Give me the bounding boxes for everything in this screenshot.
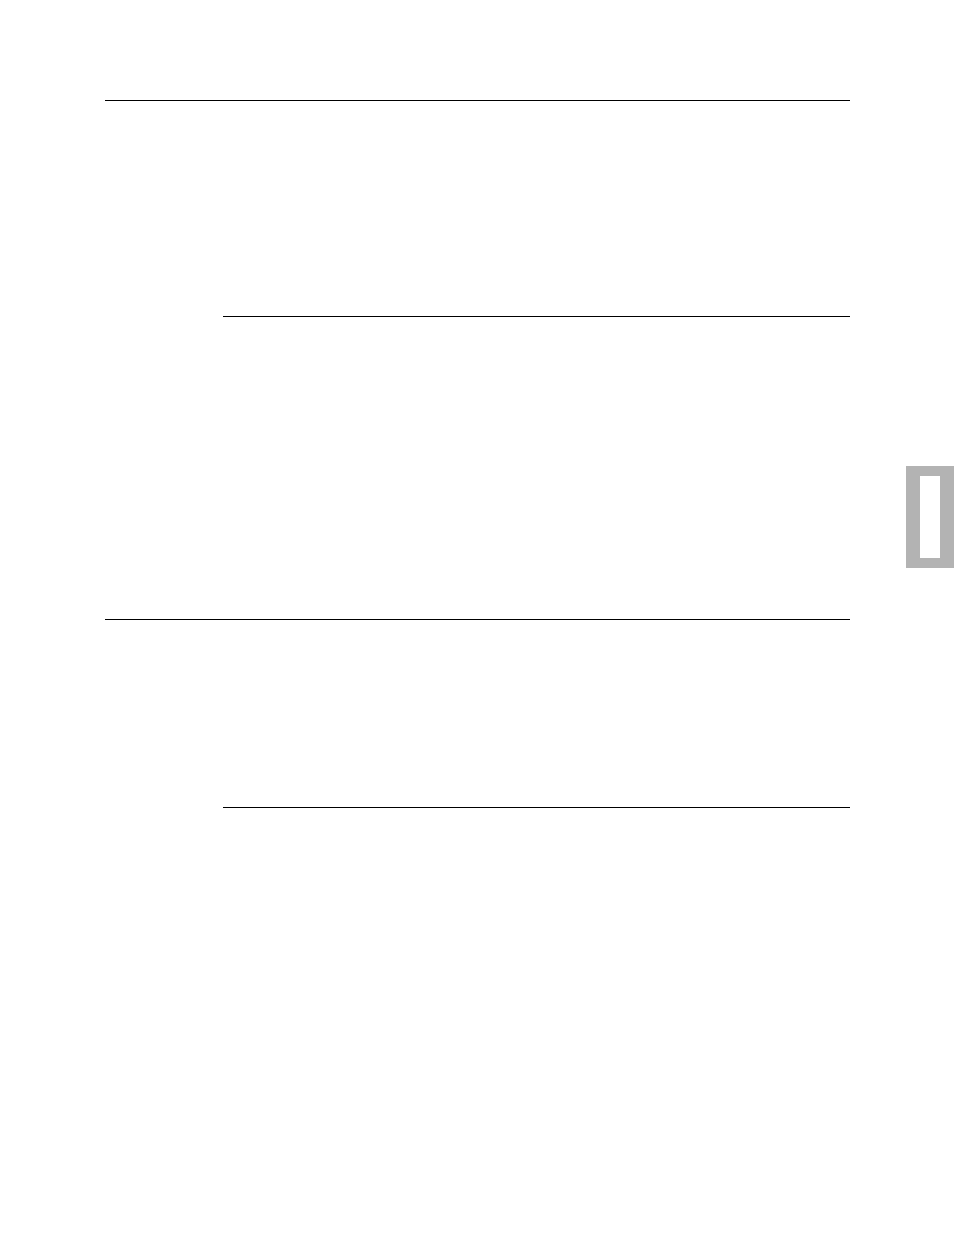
side-tab-inner xyxy=(920,476,940,558)
side-tab xyxy=(906,466,954,568)
page-content xyxy=(105,100,850,808)
divider-mid-2 xyxy=(223,807,850,808)
